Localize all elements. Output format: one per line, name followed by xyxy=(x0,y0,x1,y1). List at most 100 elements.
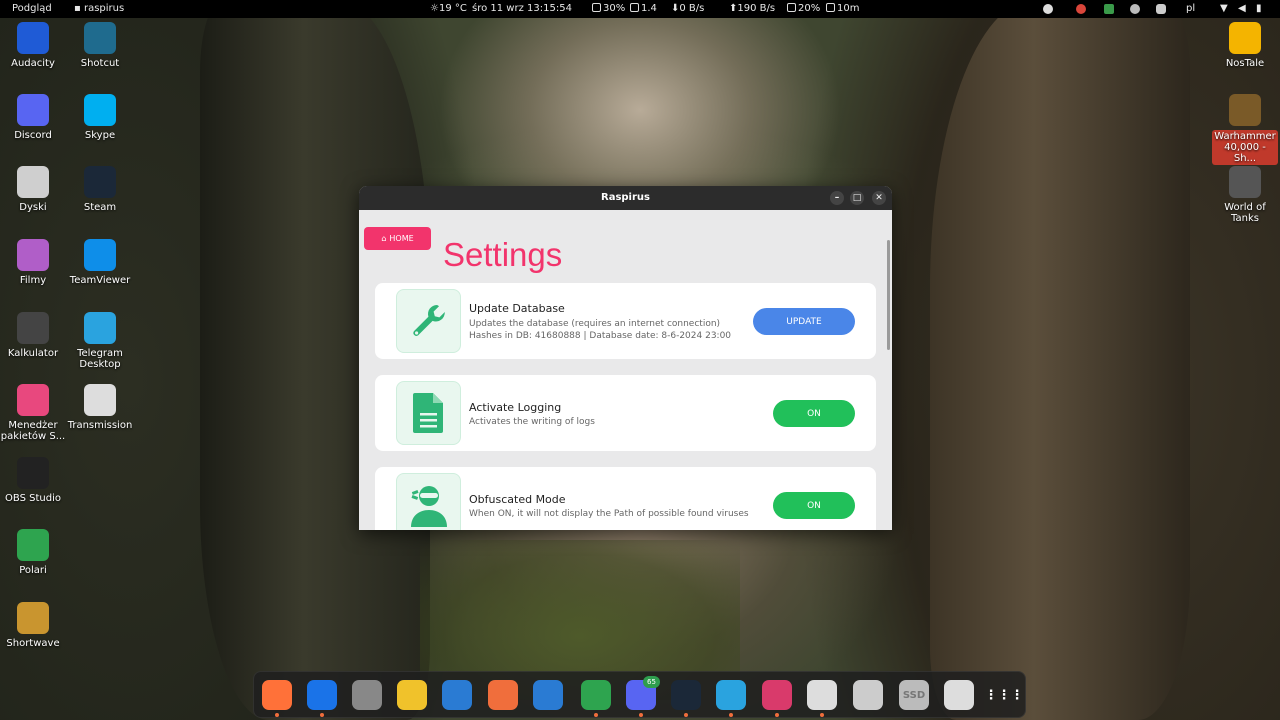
desktop-icon[interactable]: OBS Studio xyxy=(0,457,66,504)
weather-text: 19 °C xyxy=(438,3,467,14)
window-titlebar[interactable]: Raspirus – □ ✕ xyxy=(359,186,892,210)
discord-tray-icon[interactable] xyxy=(1156,4,1166,14)
rhythmbox-icon[interactable] xyxy=(397,680,427,710)
transmission-icon[interactable] xyxy=(807,680,837,710)
memory-indicator[interactable]: 20% xyxy=(787,3,820,14)
desktop-icon[interactable]: Shotcut xyxy=(67,22,133,69)
steam-tray-icon[interactable] xyxy=(1130,4,1140,14)
maximize-button[interactable]: □ xyxy=(850,191,864,205)
skype-icon xyxy=(84,94,116,126)
net-up-indicator[interactable]: ⬆190 B/s xyxy=(729,3,775,14)
desktop-icon-label: Audacity xyxy=(11,58,55,69)
disks-icon xyxy=(17,166,49,198)
close-button[interactable]: ✕ xyxy=(872,191,886,205)
telegram-icon[interactable] xyxy=(716,680,746,710)
dock: SSD ⋮⋮⋮ 65 xyxy=(253,671,1026,718)
chrome-tray-icon[interactable] xyxy=(1076,4,1086,14)
keyboard-layout[interactable]: pl xyxy=(1186,3,1195,14)
app-center-icon[interactable] xyxy=(488,680,518,710)
volume-icon[interactable]: ◀ xyxy=(1238,3,1246,14)
net-down-indicator[interactable]: ⬇0 B/s xyxy=(671,3,704,14)
wrench-icon xyxy=(396,289,461,353)
cpu-indicator[interactable]: 30% xyxy=(592,3,625,14)
load-indicator[interactable]: 1.4 xyxy=(630,3,657,14)
active-app-menu[interactable]: ▪ raspirus xyxy=(74,3,124,14)
clock[interactable]: śro 11 wrz 13:15:54 xyxy=(472,3,572,14)
desktop-icon[interactable]: Skype xyxy=(67,94,133,141)
desktop-icon[interactable]: TeamViewer xyxy=(67,239,133,286)
minimize-button[interactable]: – xyxy=(830,191,844,205)
polari-icon[interactable] xyxy=(581,680,611,710)
uptime-text: 10m xyxy=(837,3,860,14)
desktop-icon[interactable]: Discord xyxy=(0,94,66,141)
desktop-icon[interactable]: Warhammer 40,000 - Sh... xyxy=(1212,94,1278,165)
desktop-icon-label: Transmission xyxy=(67,420,133,431)
drive-icon[interactable] xyxy=(853,680,883,710)
home-button[interactable]: ⌂ HOME xyxy=(364,227,431,250)
raspirus-icon[interactable] xyxy=(762,680,792,710)
card-title: Update Database xyxy=(469,302,565,315)
desktop-icon[interactable]: Kalkulator xyxy=(0,312,66,359)
writer-icon[interactable] xyxy=(442,680,472,710)
desktop-icon[interactable]: Menedżer pakietów S... xyxy=(0,384,66,442)
desktop-icon-label: OBS Studio xyxy=(5,493,61,504)
running-indicator xyxy=(820,713,824,717)
trash-icon[interactable] xyxy=(944,680,974,710)
load-text: 1.4 xyxy=(641,3,657,14)
wifi-icon[interactable]: ▼ xyxy=(1220,3,1228,14)
desktop-icon[interactable]: Transmission xyxy=(67,384,133,431)
desktop-icon[interactable]: World of Tanks xyxy=(1212,166,1278,224)
desktop-icon[interactable]: NosTale xyxy=(1212,22,1278,69)
activities-button[interactable]: Podgląd xyxy=(12,3,52,14)
discord-icon xyxy=(17,94,49,126)
desktop-icon[interactable]: Polari xyxy=(0,529,66,576)
help-icon[interactable] xyxy=(533,680,563,710)
warhammer-icon xyxy=(1229,94,1261,126)
shield-tray-icon[interactable] xyxy=(1104,4,1114,14)
obfuscated-toggle-button[interactable]: ON xyxy=(773,492,855,519)
discord-badge: 65 xyxy=(643,676,660,688)
desktop-icon[interactable]: Shortwave xyxy=(0,602,66,649)
uptime-indicator[interactable]: 10m xyxy=(826,3,859,14)
videos-icon xyxy=(17,239,49,271)
firefox-icon[interactable] xyxy=(262,680,292,710)
desktop-icon-label: Menedżer pakietów S... xyxy=(0,420,66,442)
logging-toggle-button[interactable]: ON xyxy=(773,400,855,427)
desktop-icon[interactable]: Filmy xyxy=(0,239,66,286)
desktop-icon[interactable]: Dyski xyxy=(0,166,66,213)
running-indicator xyxy=(729,713,733,717)
caffeine-icon[interactable] xyxy=(1043,4,1053,14)
obs-icon xyxy=(17,457,49,489)
battery-icon[interactable]: ▮ xyxy=(1256,3,1262,14)
desktop-icon-label: TeamViewer xyxy=(69,275,131,286)
running-indicator xyxy=(275,713,279,717)
settings-page: ⌂ HOME Settings Update Database Updates … xyxy=(359,210,892,530)
app-grid-icon[interactable]: ⋮⋮⋮ xyxy=(985,680,1024,710)
update-button[interactable]: UPDATE xyxy=(753,308,855,335)
net-down-text: 0 B/s xyxy=(679,3,705,14)
scrollbar[interactable] xyxy=(887,240,890,350)
desktop-icon[interactable]: Telegram Desktop xyxy=(67,312,133,370)
desktop-icon-label: Discord xyxy=(14,130,52,141)
audacity-icon xyxy=(17,22,49,54)
thunderbird-icon[interactable] xyxy=(307,680,337,710)
files-icon[interactable] xyxy=(352,680,382,710)
desktop-icon-label: Shortwave xyxy=(6,638,60,649)
nostale-icon xyxy=(1229,22,1261,54)
steam-icon[interactable] xyxy=(671,680,701,710)
weather-indicator[interactable]: ☼19 °C xyxy=(430,3,467,14)
card-db-info: Hashes in DB: 41680888 | Database date: … xyxy=(469,331,732,341)
desktop-icon-label: Skype xyxy=(84,130,116,141)
monitor-icon xyxy=(630,3,639,12)
uptime-icon xyxy=(826,3,835,12)
world-of-tanks-icon xyxy=(1229,166,1261,198)
ssd-icon[interactable]: SSD xyxy=(899,680,929,710)
raspirus-window: Raspirus – □ ✕ ⌂ HOME Settings Update Da… xyxy=(359,186,892,530)
masked-user-icon xyxy=(396,473,461,530)
desktop-icon-label: Telegram Desktop xyxy=(77,348,123,370)
desktop-icon[interactable]: Steam xyxy=(67,166,133,213)
desktop-icon-label: Dyski xyxy=(19,202,47,213)
calculator-icon xyxy=(17,312,49,344)
desktop-icon[interactable]: Audacity xyxy=(0,22,66,69)
card-description: Updates the database (requires an intern… xyxy=(469,319,721,329)
